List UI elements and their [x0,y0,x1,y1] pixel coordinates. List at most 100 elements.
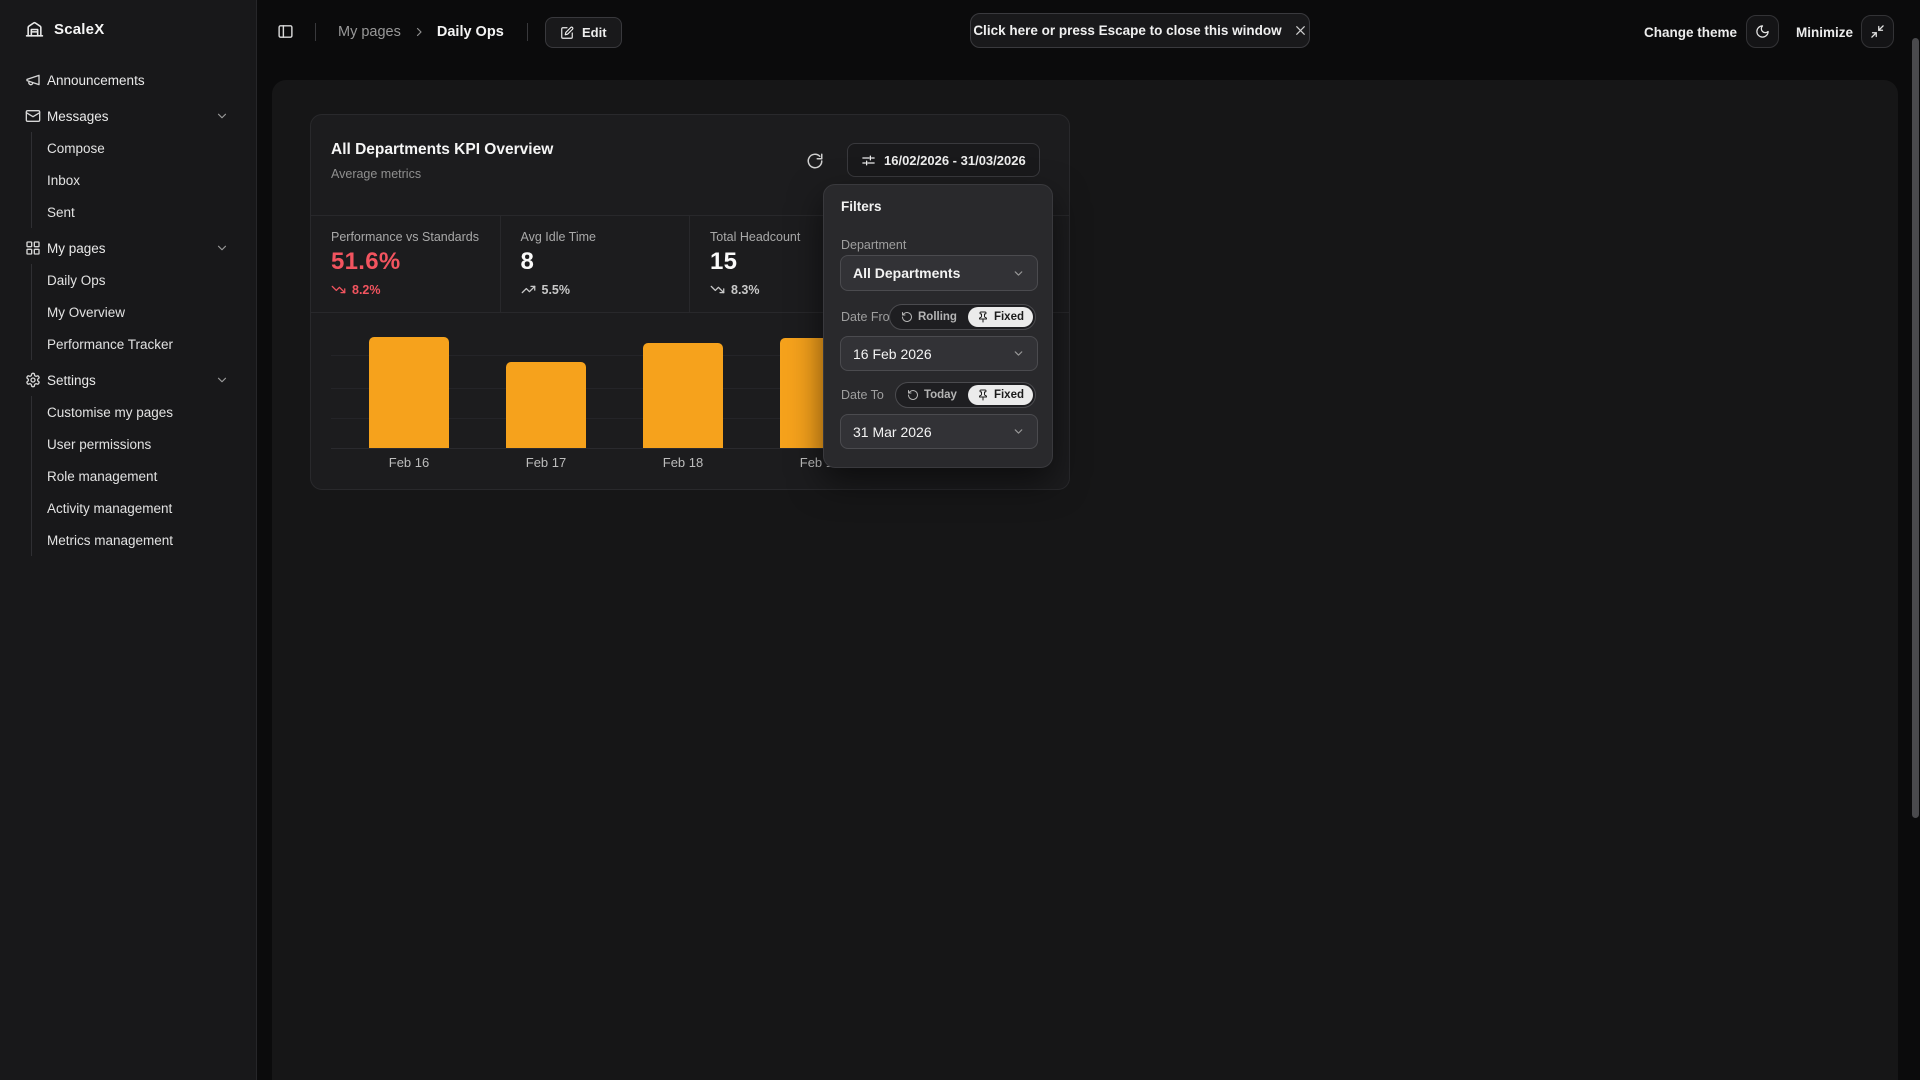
chevron-down-icon[interactable] [214,373,230,387]
kpi-value: 8 [521,248,690,276]
breadcrumb-current-page: Daily Ops [437,24,504,40]
sidebar-item-user-permissions[interactable]: User permissions [32,428,256,460]
kpi-trend: 8.2% [331,282,500,297]
sidebar: ScaleX Announcements Messages ComposeInb… [0,0,257,1080]
filters-popover: Filters Department All Departments Date … [823,184,1053,468]
breadcrumb: My pages Daily Ops [338,0,504,64]
pin-icon [977,311,989,323]
scalex-logo-icon [25,20,44,39]
toggle-option-rolling[interactable]: Rolling [892,307,966,327]
close-window-banner[interactable]: Click here or press Escape to close this… [970,13,1310,48]
nav-children: Daily OpsMy OverviewPerformance Tracker [31,264,256,360]
chart-x-tick: Feb 16 [369,455,449,470]
sidebar-item-my-pages[interactable]: My pages [0,232,256,264]
moon-icon [1755,24,1770,39]
megaphone-icon [25,72,41,88]
chevron-down-icon[interactable] [214,241,230,255]
sidebar-item-compose[interactable]: Compose [32,132,256,164]
rotate-ccw-icon [901,311,913,323]
gear-icon [25,372,41,388]
toggle-option-today[interactable]: Today [898,385,966,405]
chevron-down-icon [1012,347,1025,360]
chevron-down-icon [1012,425,1025,438]
card-subtitle: Average metrics [331,167,421,181]
sidebar-item-label: Announcements [47,73,145,88]
kpi-trend-value: 5.5% [542,283,571,297]
sidebar-item-label: Settings [47,373,96,388]
department-select[interactable]: All Departments [840,255,1038,291]
sidebar-item-label: Messages [47,109,109,124]
sidebar-item-label: My pages [47,241,106,256]
sidebar-item-performance-tracker[interactable]: Performance Tracker [32,328,256,360]
edit-button-label: Edit [582,25,607,40]
sidebar-item-sent[interactable]: Sent [32,196,256,228]
nav-group-settings: Settings Customise my pagesUser permissi… [0,364,256,556]
nav-children: ComposeInboxSent [31,132,256,228]
minimize-button[interactable] [1861,15,1894,48]
sidebar-item-inbox[interactable]: Inbox [32,164,256,196]
date-to-label: Date To [841,388,884,402]
date-from-value: 16 Feb 2026 [853,346,932,362]
kpi-tile-avg-idle-time: Avg Idle Time 8 5.5% [501,216,691,312]
toggle-option-label: Rolling [918,311,957,323]
date-range-label: 16/02/2026 - 31/03/2026 [884,153,1026,168]
pin-icon [977,389,989,401]
sidebar-item-customise-my-pages[interactable]: Customise my pages [32,396,256,428]
sidebar-item-messages[interactable]: Messages [0,100,256,132]
chart-x-tick: Feb 17 [506,455,586,470]
chart-bar-feb-18[interactable] [643,343,723,448]
sidebar-toggle-icon[interactable] [277,23,294,40]
refresh-icon[interactable] [806,152,824,170]
sidebar-nav: Announcements Messages ComposeInboxSent … [0,64,256,560]
toggle-option-fixed[interactable]: Fixed [968,307,1033,327]
trend-down-icon [710,282,725,297]
chart-bar-feb-16[interactable] [369,337,449,448]
date-to-toggle: Today Fixed [895,382,1036,408]
trend-up-icon [521,282,536,297]
close-icon[interactable] [1294,24,1307,37]
sidebar-item-activity-management[interactable]: Activity management [32,492,256,524]
filter-sliders-icon [861,153,876,168]
chevron-down-icon[interactable] [214,109,230,123]
theme-toggle-button[interactable] [1746,15,1779,48]
department-select-value: All Departments [853,265,960,281]
sidebar-item-metrics-management[interactable]: Metrics management [32,524,256,556]
edit-button[interactable]: Edit [545,17,622,48]
sidebar-item-daily-ops[interactable]: Daily Ops [32,264,256,296]
nav-group-announcements: Announcements [0,64,256,96]
scrollbar[interactable] [1912,38,1919,818]
app-title: ScaleX [54,21,104,38]
app-root: ScaleX Announcements Messages ComposeInb… [0,0,1920,1080]
chevron-down-icon [1012,267,1025,280]
divider [315,23,316,41]
sidebar-item-my-overview[interactable]: My Overview [32,296,256,328]
kpi-label: Avg Idle Time [521,230,690,244]
toggle-option-fixed[interactable]: Fixed [968,385,1033,405]
edit-pencil-icon [560,26,574,40]
sidebar-item-announcements[interactable]: Announcements [0,64,256,96]
kpi-tile-performance-vs-standards: Performance vs Standards 51.6% 8.2% [311,216,501,312]
divider [527,23,528,41]
chart-x-tick: Feb 18 [643,455,723,470]
rotate-ccw-icon [907,389,919,401]
card-title: All Departments KPI Overview [331,141,553,159]
chart-bar-feb-17[interactable] [506,362,586,448]
sidebar-item-settings[interactable]: Settings [0,364,256,396]
kpi-label: Performance vs Standards [331,230,500,244]
date-to-select[interactable]: 31 Mar 2026 [840,414,1038,449]
breadcrumb-my-pages[interactable]: My pages [338,24,401,40]
sidebar-item-role-management[interactable]: Role management [32,460,256,492]
department-label: Department [841,238,906,252]
filters-title: Filters [841,199,882,214]
date-range-button[interactable]: 16/02/2026 - 31/03/2026 [847,143,1040,177]
minimize-icon [1870,24,1885,39]
nav-children: Customise my pagesUser permissionsRole m… [31,396,256,556]
kpi-trend: 5.5% [521,282,690,297]
trend-down-icon [331,282,346,297]
date-from-select[interactable]: 16 Feb 2026 [840,336,1038,371]
date-to-value: 31 Mar 2026 [853,424,932,440]
date-from-toggle: Rolling Fixed [889,304,1036,330]
kpi-trend-value: 8.2% [352,283,381,297]
banner-text: Click here or press Escape to close this… [973,23,1281,38]
app-logo[interactable]: ScaleX [25,20,104,39]
